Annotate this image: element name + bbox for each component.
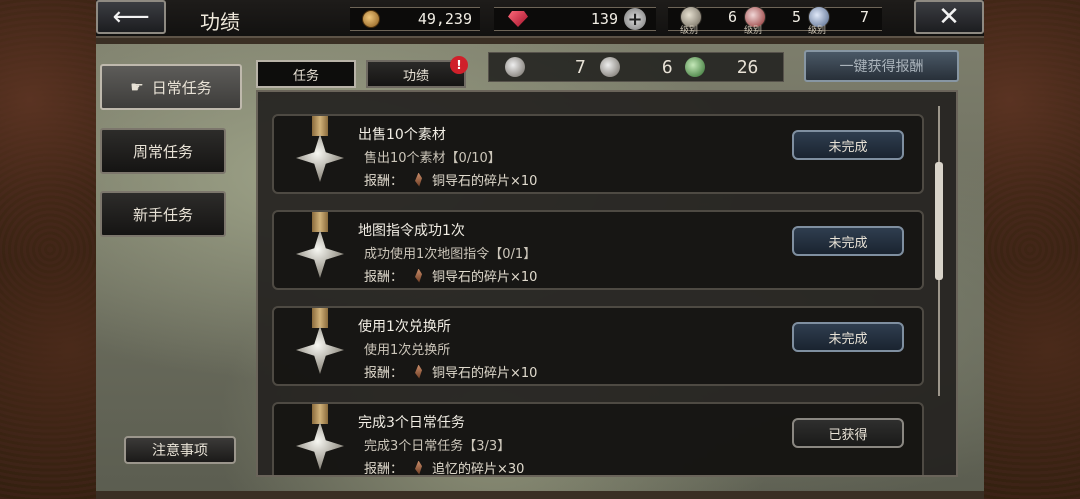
reward-label: 报酬： (364, 462, 404, 477)
scrollbar-thumb[interactable] (935, 162, 943, 280)
clover-icon (684, 57, 705, 77)
summary-value: 6 (661, 56, 673, 78)
close-button[interactable]: ✕ (914, 0, 984, 34)
level-value: 7 (860, 8, 870, 26)
level-caption: 级别 (680, 26, 699, 36)
sidebar-item-label: 新手任务 (132, 205, 193, 224)
pointing-hand-icon: ☛ (130, 78, 144, 96)
task-desc: 完成3个日常任务【3/3】 (364, 439, 511, 454)
tab-achievements[interactable]: 功绩 ! (366, 56, 468, 88)
task-reward: 报酬： 铜导石的碎片×10 (364, 362, 537, 381)
coin-counter: 49,239 (350, 7, 480, 31)
frame-bottom (96, 491, 984, 499)
gem-icon (508, 11, 528, 27)
task-name: 使用1次兑换所 (358, 319, 451, 335)
page-title: 功绩 (200, 10, 240, 34)
list-item: 出售10个素材 售出10个素材【0/10】 报酬： 铜导石的碎片×10 未完成 (272, 114, 924, 194)
task-reward: 报酬： 铜导石的碎片×10 (364, 170, 537, 189)
close-icon: ✕ (938, 2, 960, 32)
shard-icon (415, 172, 423, 187)
right-border (980, 0, 1080, 499)
task-name: 出售10个素材 (358, 127, 446, 143)
task-desc: 售出10个素材【0/10】 (364, 151, 501, 166)
status-button[interactable]: 已获得 (792, 418, 904, 448)
reward-label: 报酬： (364, 270, 404, 285)
claim-all-button[interactable]: 一键获得报酬 (804, 50, 959, 82)
level-1: 级别 6 (680, 6, 738, 36)
reward-label: 报酬： (364, 366, 404, 381)
list-item: 完成3个日常任务 完成3个日常任务【3/3】 报酬： 追忆的碎片×30 已获得 (272, 402, 924, 477)
gem-value: 139 (590, 10, 618, 28)
task-reward: 报酬： 追忆的碎片×30 (364, 458, 525, 477)
shard-icon (415, 268, 423, 283)
tab-label: 任务 (292, 68, 319, 84)
status-button[interactable]: 未完成 (792, 130, 904, 160)
reward-summary: 7 6 26 (488, 52, 784, 82)
status-button[interactable]: 未完成 (792, 226, 904, 256)
left-border (0, 0, 100, 499)
tab-tasks[interactable]: 任务 (256, 60, 356, 88)
coin-value: 49,239 (417, 10, 472, 28)
gear-medal-icon (599, 57, 620, 77)
reward-value: 铜导石的碎片×10 (432, 270, 538, 285)
notice-button[interactable]: 注意事项 (124, 436, 236, 464)
sidebar-item-label: 日常任务 (151, 78, 212, 97)
reward-value: 铜导石的碎片×10 (432, 174, 538, 189)
sidebar-item-daily[interactable]: ☛ 日常任务 (100, 64, 242, 110)
list-item: 地图指令成功1次 成功使用1次地图指令【0/1】 报酬： 铜导石的碎片×10 未… (272, 210, 924, 290)
level-3: 级别 7 (808, 6, 870, 36)
task-list: 出售10个素材 售出10个素材【0/10】 报酬： 铜导石的碎片×10 未完成 … (256, 90, 958, 477)
back-arrow-icon: ⟵ (112, 2, 150, 32)
frame-top (96, 38, 984, 44)
summary-value: 7 (575, 56, 586, 78)
medal-icon (290, 404, 350, 475)
gem-counter: 139 + (494, 7, 656, 31)
list-item: 使用1次兑换所 使用1次兑换所 报酬： 铜导石的碎片×10 未完成 (272, 306, 924, 386)
shard-icon (415, 460, 423, 475)
reward-value: 追忆的碎片×30 (432, 462, 525, 477)
sidebar-item-beginner[interactable]: 新手任务 (100, 191, 226, 237)
add-gems-button[interactable]: + (624, 8, 646, 30)
tab-label: 功绩 (402, 68, 429, 84)
level-caption: 级别 (744, 26, 763, 36)
level-caption: 级别 (808, 26, 827, 36)
medal-icon (290, 212, 350, 292)
task-name: 完成3个日常任务 (358, 415, 465, 431)
level-value: 6 (728, 8, 738, 26)
sidebar-item-label: 周常任务 (132, 142, 193, 161)
task-desc: 使用1次兑换所 (364, 343, 451, 358)
summary-value: 26 (736, 56, 759, 78)
level-value: 5 (792, 8, 802, 26)
coin-icon (362, 10, 380, 28)
scrollbar[interactable] (935, 106, 943, 396)
alert-badge: ! (450, 56, 468, 74)
reward-label: 报酬： (364, 174, 404, 189)
back-button[interactable]: ⟵ (96, 0, 166, 34)
compass-icon (505, 57, 525, 77)
medal-icon (290, 308, 350, 388)
level-2: 级别 5 (744, 6, 802, 36)
task-desc: 成功使用1次地图指令【0/1】 (364, 247, 537, 262)
reward-value: 铜导石的碎片×10 (432, 366, 538, 381)
task-name: 地图指令成功1次 (358, 223, 465, 239)
status-button[interactable]: 未完成 (792, 322, 904, 352)
sidebar-item-weekly[interactable]: 周常任务 (100, 128, 226, 174)
task-reward: 报酬： 铜导石的碎片×10 (364, 266, 537, 285)
medal-icon (290, 116, 350, 196)
shard-icon (415, 364, 423, 379)
